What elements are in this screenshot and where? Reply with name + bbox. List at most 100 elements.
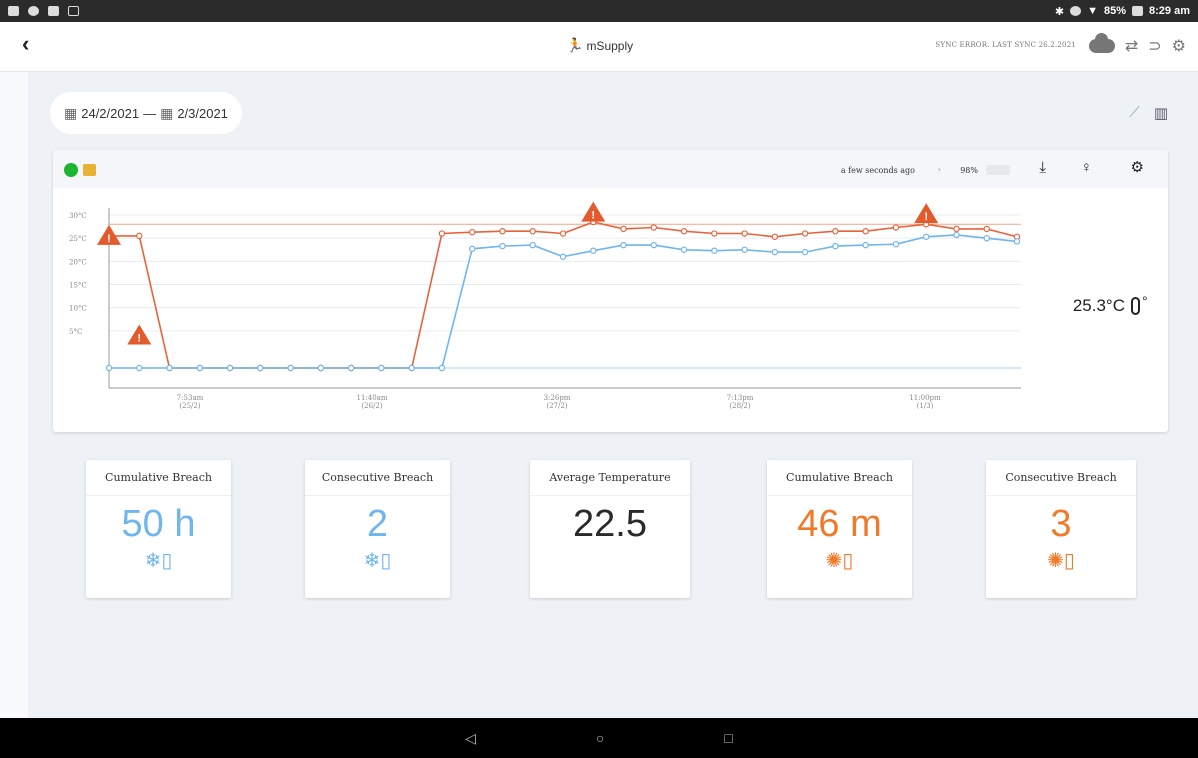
stat-cold-consecutive-breach[interactable]: Consecutive Breach 2 ❄▯ <box>305 460 450 598</box>
sync-status[interactable]: SYNC ERROR. LAST SYNC 26.2.2021 <box>935 41 1076 49</box>
breach-warning-icon: ! <box>127 324 152 345</box>
x-tick-sublabel: (25/2) <box>179 402 200 410</box>
data-point <box>469 228 476 236</box>
current-temperature-value: 25.3°C <box>1072 296 1125 315</box>
signal-icon: ◔ <box>934 163 942 177</box>
x-tick-label: 7:13pm <box>727 394 754 402</box>
system-status-bar: ✱ ▼ 85% 8:29 am <box>0 0 1198 22</box>
y-tick-label: 25°C <box>69 235 87 243</box>
circle-notification-icon <box>28 6 39 16</box>
data-point <box>771 248 779 256</box>
hot-breach-icon: ✺▯ <box>1047 550 1075 572</box>
back-nav-icon[interactable]: ◁ <box>465 730 476 747</box>
breach-warning-icon: ! <box>97 224 121 245</box>
stat-hot-consecutive-breach[interactable]: Consecutive Breach 3 ✺▯ <box>986 460 1136 598</box>
back-button[interactable]: ‹ <box>22 33 29 55</box>
system-nav-bar: ◁ ○ □ <box>0 718 1198 758</box>
msupply-logo-icon: 🏃 <box>566 37 584 53</box>
y-tick-label: 5°C <box>69 328 82 336</box>
warning-exclamation: ! <box>137 333 141 345</box>
battery-icon <box>986 165 1010 175</box>
data-point <box>711 247 718 254</box>
data-point <box>620 241 627 249</box>
stat-value: 50 h <box>121 503 196 545</box>
data-point <box>317 364 325 372</box>
warning-exclamation: ! <box>924 211 928 223</box>
data-point <box>983 234 990 242</box>
date-from[interactable]: 24/2/2021 <box>81 106 139 121</box>
data-point <box>347 364 355 372</box>
header-actions: ⇄ ⊃ ⚙ <box>1088 33 1186 56</box>
date-range-picker[interactable]: ▦ 24/2/2021 — ▦ 2/3/2021 <box>50 92 242 134</box>
recents-nav-icon[interactable]: □ <box>724 730 732 746</box>
warning-exclamation: ! <box>107 233 111 245</box>
stat-cold-cumulative-breach[interactable]: Cumulative Breach 50 h ❄▯ <box>86 460 231 598</box>
stat-value: 2 <box>366 503 389 545</box>
brand-name: mSupply <box>586 38 634 53</box>
data-point <box>105 364 113 372</box>
calendar-icon: ▦ <box>64 104 78 121</box>
data-point <box>923 233 930 240</box>
data-point <box>378 364 385 372</box>
data-point <box>711 230 718 237</box>
rss-icon[interactable]: ⊃ <box>1148 36 1161 56</box>
cold-breach-icon: ❄▯ <box>363 550 392 572</box>
line-chart-icon[interactable]: ⟋ <box>1129 104 1140 122</box>
system-indicators: ✱ ▼ 85% 8:29 am <box>1055 5 1190 18</box>
last-seen-text: a few seconds ago <box>840 166 915 175</box>
hot-breach-icon: ✺▯ <box>825 550 854 572</box>
stat-hot-cumulative-breach[interactable]: Cumulative Breach 46 m ✺▯ <box>767 460 912 598</box>
sensor-icon <box>83 164 96 176</box>
data-point <box>438 230 446 237</box>
notification-icons <box>8 6 79 16</box>
current-temperature: 25.3°C <box>1072 293 1148 316</box>
settings-icon[interactable]: ⚙ <box>1131 160 1144 175</box>
lightbulb-icon[interactable]: ♀ <box>1081 160 1092 175</box>
stat-label: Cumulative Breach <box>86 460 231 496</box>
stat-label: Average Temperature <box>530 460 690 496</box>
data-point <box>892 224 900 231</box>
data-point <box>529 228 536 235</box>
x-tick-label: 11:00pm <box>909 394 941 402</box>
data-point <box>832 228 839 235</box>
calendar-icon: ▦ <box>160 104 174 121</box>
stat-value: 46 m <box>797 503 882 545</box>
stat-label: Cumulative Breach <box>767 460 912 496</box>
data-point <box>136 232 143 240</box>
data-point <box>741 230 748 237</box>
breach-warning-icon: ! <box>914 203 939 224</box>
stat-label: Consecutive Breach <box>305 460 450 496</box>
date-separator: — <box>143 105 157 121</box>
data-point <box>741 246 748 253</box>
data-point <box>408 364 415 372</box>
home-nav-icon[interactable]: ○ <box>596 730 604 746</box>
data-point <box>983 225 990 233</box>
side-rail <box>0 72 28 718</box>
data-point <box>499 242 506 250</box>
data-point <box>801 248 809 256</box>
data-point <box>892 241 900 248</box>
data-point <box>196 364 203 372</box>
app-header: ‹ 🏃 mSupply SYNC ERROR. LAST SYNC 26.2.2… <box>0 22 1198 72</box>
sensor-chart-card: a few seconds ago ◔ 98% ⤓ ♀ ⚙ 30°C 25°C 20… <box>53 150 1168 432</box>
data-point <box>862 241 869 249</box>
cloud-notification-icon <box>8 6 19 16</box>
y-tick-label: 20°C <box>69 258 87 266</box>
data-point <box>590 247 597 254</box>
cloud-icon[interactable] <box>1088 33 1115 53</box>
y-tick-label: 15°C <box>69 282 87 290</box>
data-point <box>469 245 476 253</box>
data-point <box>832 242 839 250</box>
sd-card-icon <box>68 6 79 16</box>
settings-icon[interactable]: ⚙ <box>1172 36 1186 56</box>
data-point <box>953 225 960 233</box>
y-tick-label: 30°C <box>69 212 87 220</box>
battery-icon <box>1132 6 1144 16</box>
data-point <box>136 364 143 372</box>
date-to[interactable]: 2/3/2021 <box>177 106 228 121</box>
sync-arrows-icon[interactable]: ⇄ <box>1125 36 1138 56</box>
bar-chart-icon[interactable]: ▥ <box>1154 104 1168 122</box>
download-icon[interactable]: ⤓ <box>1039 160 1046 175</box>
data-point <box>226 364 234 372</box>
y-tick-label: 10°C <box>69 305 87 313</box>
